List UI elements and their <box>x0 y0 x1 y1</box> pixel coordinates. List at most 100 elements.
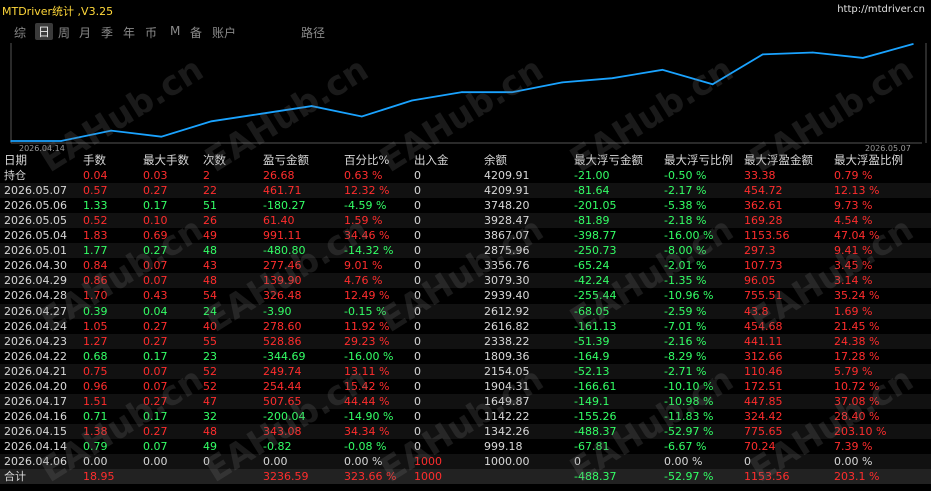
equity-point-8 <box>411 99 413 102</box>
cell-col-8: -161.13 <box>574 319 617 333</box>
tab-1[interactable]: 日 <box>35 23 54 40</box>
cell-col-2: 0.43 <box>143 289 168 303</box>
equity-point-6 <box>310 105 313 107</box>
cell-col-6: 0 <box>414 379 421 393</box>
cell-col-2: 0.07 <box>143 364 168 378</box>
cell-col-6: 0 <box>414 214 421 228</box>
tab-9[interactable]: 账户 <box>212 24 236 41</box>
cell-col-10: 70.24 <box>744 439 776 453</box>
cell-col-6: 0 <box>414 439 421 453</box>
cell-col-9: -10.98 % <box>664 394 714 408</box>
cell-col-1: 1.27 <box>83 334 108 348</box>
cell-col-6: 0 <box>414 289 421 303</box>
cell-col-4: -480.80 <box>263 244 306 258</box>
cell-col-10: 362.61 <box>744 199 783 213</box>
cell-col-0: 2026.04.27 <box>4 304 67 318</box>
tab-10[interactable]: 路径 <box>301 24 325 41</box>
cell-col-8: -21.00 <box>574 169 610 183</box>
cell-col-1: 0.79 <box>83 439 108 453</box>
cell-col-6: 出入金 <box>414 153 449 167</box>
cell-col-10: 最大浮盈金额 <box>744 153 813 167</box>
cell-col-5: 12.49 % <box>344 289 390 303</box>
equity-series <box>10 43 914 142</box>
cell-col-8: -51.39 <box>574 334 610 348</box>
cell-col-3: 51 <box>203 199 217 213</box>
cell-col-0: 2026.05.05 <box>4 214 67 228</box>
tab-2[interactable]: 周 <box>58 24 70 41</box>
cell-col-6: 0 <box>414 199 421 213</box>
cell-col-8: 最大浮亏金额 <box>574 153 643 167</box>
cell-col-8: -164.9 <box>574 349 610 363</box>
cell-col-0: 合计 <box>4 470 26 484</box>
cell-col-0: 2026.04.22 <box>4 349 67 363</box>
cell-col-7: 3079.30 <box>484 274 530 288</box>
cell-col-3: 48 <box>203 244 217 258</box>
cell-col-3: 0 <box>203 455 210 468</box>
cell-col-8: -166.61 <box>574 379 617 393</box>
cell-col-0: 日期 <box>4 153 27 167</box>
cell-col-7: 3748.20 <box>484 199 530 213</box>
cell-col-6: 0 <box>414 319 421 333</box>
cell-col-6: 0 <box>414 229 421 243</box>
cell-col-8: -68.05 <box>574 304 610 318</box>
tab-5[interactable]: 年 <box>123 24 135 41</box>
cell-col-5: 0.00 % <box>344 455 383 468</box>
equity-point-18 <box>912 43 914 45</box>
cell-col-9: -2.18 % <box>664 214 707 228</box>
cell-col-1: 0.71 <box>83 409 108 423</box>
cell-col-0: 2026.05.01 <box>4 244 67 258</box>
cell-col-9: -8.00 % <box>664 244 707 258</box>
cell-col-3: 24 <box>203 304 217 318</box>
tab-4[interactable]: 季 <box>101 24 113 41</box>
equity-point-1 <box>60 140 62 142</box>
table-row: 2026.04.16 0.71 0.17 32 -200.04 -14.90 % 0 1142… <box>0 409 931 424</box>
cell-col-6: 1000 <box>414 455 442 468</box>
cell-col-1: 0.86 <box>83 274 108 288</box>
table-row: 2026.04.24 1.05 0.27 40 278.60 11.92 % 0 2616.8… <box>0 319 931 334</box>
cell-col-5: 12.32 % <box>344 184 390 198</box>
cell-col-4: 139.90 <box>263 274 302 288</box>
cell-col-9: -10.96 % <box>664 289 714 303</box>
cell-col-1: 1.05 <box>83 319 108 333</box>
tab-3[interactable]: 月 <box>79 24 91 41</box>
cell-col-3: 48 <box>203 424 217 438</box>
tab-6[interactable]: 币 <box>145 24 157 41</box>
tab-8[interactable]: 备 <box>190 24 202 41</box>
cell-col-5: -14.90 % <box>344 409 394 423</box>
cell-col-7: 1809.36 <box>484 349 530 363</box>
cell-col-2: 0.10 <box>143 214 168 228</box>
cell-col-4: 528.86 <box>263 334 302 348</box>
equity-point-12 <box>611 77 614 79</box>
table-header-row: 日期 手数 最大手数 次数 盈亏金额 百分比% 出入金 余额 最大浮亏金额 最大浮亏比例 最大浮盈金… <box>0 153 931 168</box>
cell-col-6: 0 <box>414 244 421 258</box>
site-url-link[interactable]: http://mtdriver.cn <box>837 4 925 15</box>
table-row: 2026.04.28 1.70 0.43 54 326.48 12.49 % 0 2939.4… <box>0 288 931 303</box>
period-tab-bar: 综日周月季年币 M 备账户 路径 <box>0 22 931 40</box>
chart-x-end-label: 2026.05.07 <box>865 144 911 153</box>
cell-col-2: 0.27 <box>143 319 168 333</box>
equity-point-14 <box>711 83 714 86</box>
cell-col-8: 0 <box>574 455 581 468</box>
cell-col-0: 2026.04.29 <box>4 274 67 288</box>
cell-col-4: 0.00 <box>263 455 288 468</box>
cell-col-1: 0.68 <box>83 349 108 363</box>
cell-col-2: 0.17 <box>143 349 168 363</box>
cell-col-1: 0.84 <box>83 259 108 273</box>
cell-col-3: 22 <box>203 184 217 198</box>
cell-col-10: 43.8 <box>744 304 769 318</box>
tab-7[interactable]: M <box>170 24 180 38</box>
cell-col-3: 54 <box>203 289 217 303</box>
table-row: 2026.04.29 0.86 0.07 48 139.90 4.76 % 0 3079.30… <box>0 273 931 289</box>
cell-col-6: 0 <box>414 274 421 288</box>
cell-col-5: 29.23 % <box>344 334 390 348</box>
cell-col-2: 最大手数 <box>143 153 189 167</box>
table-row: 2026.04.21 0.75 0.07 52 249.74 13.11 % 0 2154.0… <box>0 363 931 379</box>
cell-col-3: 次数 <box>203 153 226 167</box>
cell-col-9: -11.83 % <box>664 409 714 423</box>
cell-col-0: 2026.04.23 <box>4 334 67 348</box>
cell-col-5: 34.46 % <box>344 229 390 243</box>
tab-0[interactable]: 综 <box>14 24 26 41</box>
cell-col-2: 0.07 <box>143 274 168 288</box>
cell-col-0: 2026.04.21 <box>4 364 67 378</box>
cell-col-4: 249.74 <box>263 364 302 378</box>
